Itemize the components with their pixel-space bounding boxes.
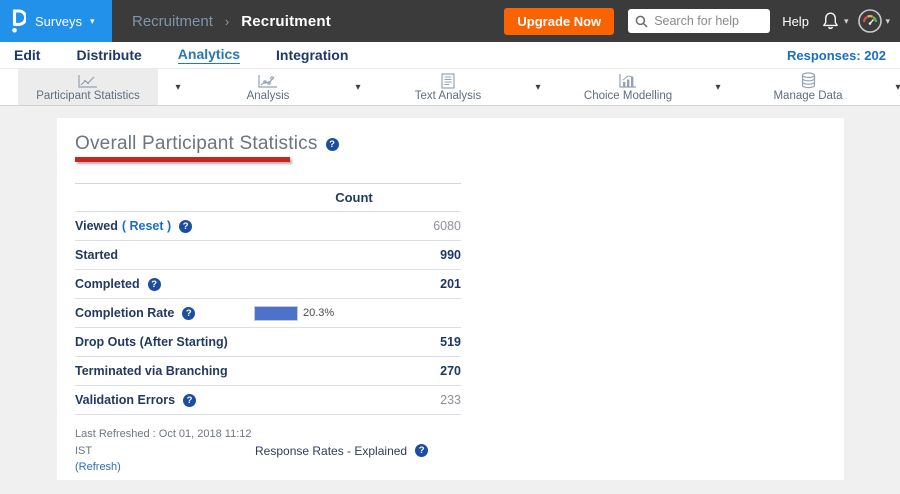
notifications-menu[interactable]: ▾ <box>821 11 849 31</box>
participant-statistics-card: Overall Participant Statistics ? Count V… <box>57 118 844 480</box>
row-label-text: Terminated via Branching <box>75 364 228 378</box>
breadcrumb-current: Recruitment <box>241 12 331 30</box>
row-label: Started <box>75 248 118 262</box>
table-row: Terminated via Branching 270 <box>75 357 461 386</box>
table-row: Completed? 201 <box>75 270 461 299</box>
responses-count[interactable]: Responses: 202 <box>787 48 886 63</box>
refresh-link[interactable]: (Refresh) <box>75 461 121 473</box>
toolbar-tab-label: Choice Modelling <box>583 89 673 102</box>
search-icon <box>635 15 648 28</box>
row-value: 990 <box>440 248 461 262</box>
chevron-down-icon[interactable]: ▾ <box>698 82 738 93</box>
chevron-right-icon: › <box>224 13 230 29</box>
surveys-menu[interactable]: Surveys ▾ <box>0 0 112 42</box>
table-row: Completion Rate? 20.3% <box>75 299 461 328</box>
top-bar: Surveys ▾ Recruitment › Recruitment Upgr… <box>0 0 900 42</box>
toolbar-tab-label: Analysis <box>246 89 290 102</box>
help-search[interactable] <box>628 9 771 33</box>
document-icon <box>441 72 455 89</box>
count-column-header: Count <box>335 190 373 205</box>
table-row: Drop Outs (After Starting) 519 <box>75 328 461 357</box>
toolbar-tab-label: Text Analysis <box>414 89 482 102</box>
toolbar-tab-label: Manage Data <box>773 89 843 102</box>
last-refreshed-label: Last Refreshed : Oct 01, 2018 11:12 IST <box>75 428 252 457</box>
row-help-icon[interactable]: ? <box>183 393 197 407</box>
row-value: 201 <box>440 277 461 291</box>
row-label: Validation Errors? <box>75 393 197 407</box>
analytics-toolbar: Participant Statistics ▾ Analysis ▾ Text Ana… <box>0 68 900 106</box>
completion-rate-value: 20.3% <box>303 307 335 319</box>
table-row: Validation Errors? 233 <box>75 386 461 415</box>
row-label: Viewed ( Reset )? <box>75 219 193 233</box>
row-value: 519 <box>440 335 461 349</box>
toolbar-tab-manage-data[interactable]: Manage Data <box>738 69 878 105</box>
toolbar-tab-participant-statistics[interactable]: Participant Statistics <box>18 69 158 105</box>
row-label: Terminated via Branching <box>75 364 228 378</box>
row-help-icon[interactable]: ? <box>182 306 196 320</box>
response-rates-explained-link[interactable]: Response Rates - Explained <box>255 444 407 458</box>
row-label-text: Completion Rate <box>75 306 175 320</box>
page-title: Overall Participant Statistics <box>75 133 318 154</box>
toolbar-group-manage-data: Manage Data ▾ <box>738 69 900 105</box>
row-label-text: Validation Errors <box>75 393 176 407</box>
toolbar-group-analysis: Analysis ▾ <box>198 69 378 105</box>
red-annotation-underline <box>75 157 290 162</box>
table-footer: Last Refreshed : Oct 01, 2018 11:12 IST … <box>75 426 824 476</box>
avatar <box>858 9 883 33</box>
row-label: Completed? <box>75 277 161 291</box>
nav-tab-integration[interactable]: Integration <box>276 47 348 64</box>
toolbar-tab-text-analysis[interactable]: Text Analysis <box>378 69 518 105</box>
help-link[interactable]: Help <box>782 14 809 29</box>
chevron-down-icon: ▾ <box>885 15 890 26</box>
chevron-down-icon[interactable]: ▾ <box>158 82 198 93</box>
title-help-icon[interactable]: ? <box>325 137 339 151</box>
row-label-text: Started <box>75 248 119 262</box>
toolbar-group-participant-statistics: Participant Statistics ▾ <box>18 69 198 105</box>
chevron-down-icon: ▾ <box>843 15 849 26</box>
help-search-input[interactable] <box>654 14 764 28</box>
row-label: Drop Outs (After Starting) <box>75 335 228 349</box>
survey-section-nav: Edit Distribute Analytics Integration Respo… <box>0 42 900 68</box>
chevron-down-icon[interactable]: ▾ <box>338 82 378 93</box>
upgrade-now-button[interactable]: Upgrade Now <box>504 7 615 35</box>
toolbar-tab-label: Participant Statistics <box>36 89 140 102</box>
table-row: Started 990 <box>75 241 461 270</box>
line-chart-icon <box>77 73 99 89</box>
breadcrumb-parent[interactable]: Recruitment <box>132 13 213 30</box>
row-value: 270 <box>440 364 461 378</box>
participant-statistics-table: Count Viewed ( Reset )? 6080 Started 990 Comp… <box>75 183 461 415</box>
chevron-down-icon[interactable]: ▾ <box>518 82 558 93</box>
nav-tab-edit[interactable]: Edit <box>14 47 40 64</box>
row-label: Completion Rate? <box>75 306 255 320</box>
response-rates-help-icon[interactable]: ? <box>415 444 429 458</box>
row-label-text: Completed <box>75 277 140 291</box>
questionpro-logo-icon <box>10 8 26 34</box>
scatter-line-chart-icon <box>257 73 279 89</box>
toolbar-tab-choice-modelling[interactable]: Choice Modelling <box>558 69 698 105</box>
database-icon <box>800 71 817 89</box>
nav-tab-distribute[interactable]: Distribute <box>76 47 141 64</box>
reset-link[interactable]: ( Reset ) <box>122 219 171 233</box>
table-row: Viewed ( Reset )? 6080 <box>75 212 461 241</box>
row-value: 6080 <box>433 219 461 233</box>
row-value: 233 <box>440 393 461 407</box>
row-label-text: Viewed <box>75 219 118 233</box>
nav-tab-analytics[interactable]: Analytics <box>177 46 241 64</box>
table-header-row: Count <box>75 183 461 212</box>
chevron-down-icon[interactable]: ▾ <box>878 82 900 93</box>
breadcrumb: Recruitment › Recruitment <box>132 13 331 30</box>
chevron-down-icon: ▾ <box>89 15 95 26</box>
account-menu[interactable]: ▾ <box>858 9 890 33</box>
toolbar-group-choice-modelling: Choice Modelling ▾ <box>558 69 738 105</box>
completion-rate-bar <box>254 305 298 321</box>
page-background: Overall Participant Statistics ? Count V… <box>0 106 900 493</box>
row-label-text: Drop Outs (After Starting) <box>75 335 228 349</box>
bell-icon <box>821 11 840 31</box>
framed-chart-icon <box>618 73 638 89</box>
toolbar-tab-analysis[interactable]: Analysis <box>198 69 338 105</box>
row-help-icon[interactable]: ? <box>179 219 193 233</box>
row-help-icon[interactable]: ? <box>147 277 161 291</box>
surveys-menu-label: Surveys <box>35 13 82 29</box>
toolbar-group-text-analysis: Text Analysis ▾ <box>378 69 558 105</box>
